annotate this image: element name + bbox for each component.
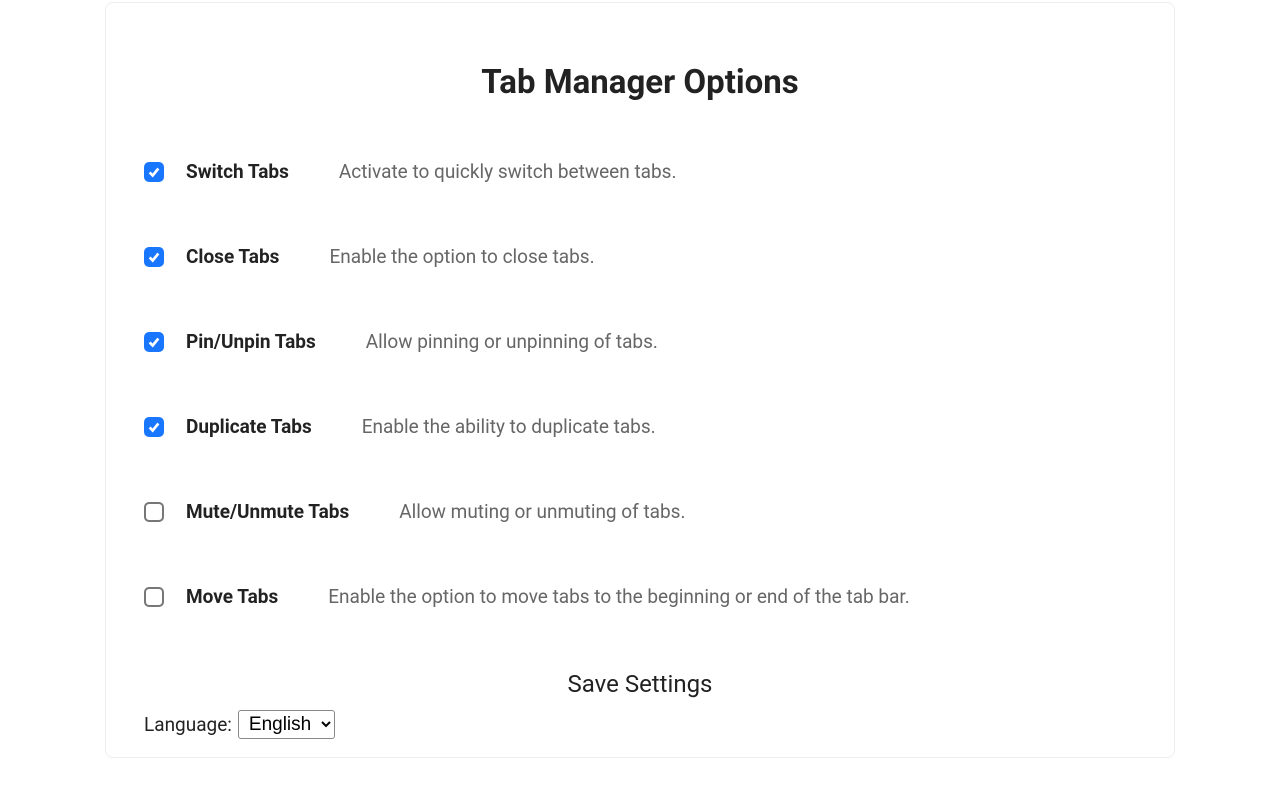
checkbox-switch-tabs[interactable] <box>144 162 164 182</box>
option-switch-tabs: Switch Tabs Activate to quickly switch b… <box>144 160 1136 183</box>
option-move-tabs: Move Tabs Enable the option to move tabs… <box>144 585 1136 608</box>
page-title: Tab Manager Options <box>144 63 1136 102</box>
option-mute-unmute-tabs: Mute/Unmute Tabs Allow muting or unmutin… <box>144 500 1136 523</box>
checkbox-pin-unpin-tabs[interactable] <box>144 332 164 352</box>
option-label: Pin/Unpin Tabs <box>186 330 316 353</box>
option-label: Duplicate Tabs <box>186 415 312 438</box>
language-select[interactable]: English <box>238 710 335 739</box>
option-pin-unpin-tabs: Pin/Unpin Tabs Allow pinning or unpinnin… <box>144 330 1136 353</box>
options-card: Tab Manager Options Switch Tabs Activate… <box>105 2 1175 758</box>
option-close-tabs: Close Tabs Enable the option to close ta… <box>144 245 1136 268</box>
option-desc: Activate to quickly switch between tabs. <box>339 160 677 183</box>
option-label: Close Tabs <box>186 245 279 268</box>
check-icon <box>147 250 161 264</box>
checkbox-close-tabs[interactable] <box>144 247 164 267</box>
check-icon <box>147 420 161 434</box>
check-icon <box>147 335 161 349</box>
option-duplicate-tabs: Duplicate Tabs Enable the ability to dup… <box>144 415 1136 438</box>
checkbox-duplicate-tabs[interactable] <box>144 417 164 437</box>
option-desc: Enable the option to move tabs to the be… <box>328 585 910 608</box>
option-desc: Allow pinning or unpinning of tabs. <box>366 330 658 353</box>
save-settings-button[interactable]: Save Settings <box>144 670 1136 698</box>
checkbox-move-tabs[interactable] <box>144 587 164 607</box>
checkbox-mute-unmute-tabs[interactable] <box>144 502 164 522</box>
option-desc: Enable the ability to duplicate tabs. <box>362 415 656 438</box>
option-desc: Allow muting or unmuting of tabs. <box>399 500 685 523</box>
option-label: Switch Tabs <box>186 160 289 183</box>
language-row: Language: English <box>144 710 1136 739</box>
option-label: Move Tabs <box>186 585 278 608</box>
option-desc: Enable the option to close tabs. <box>329 245 594 268</box>
check-icon <box>147 165 161 179</box>
language-label: Language: <box>144 713 232 736</box>
option-label: Mute/Unmute Tabs <box>186 500 349 523</box>
